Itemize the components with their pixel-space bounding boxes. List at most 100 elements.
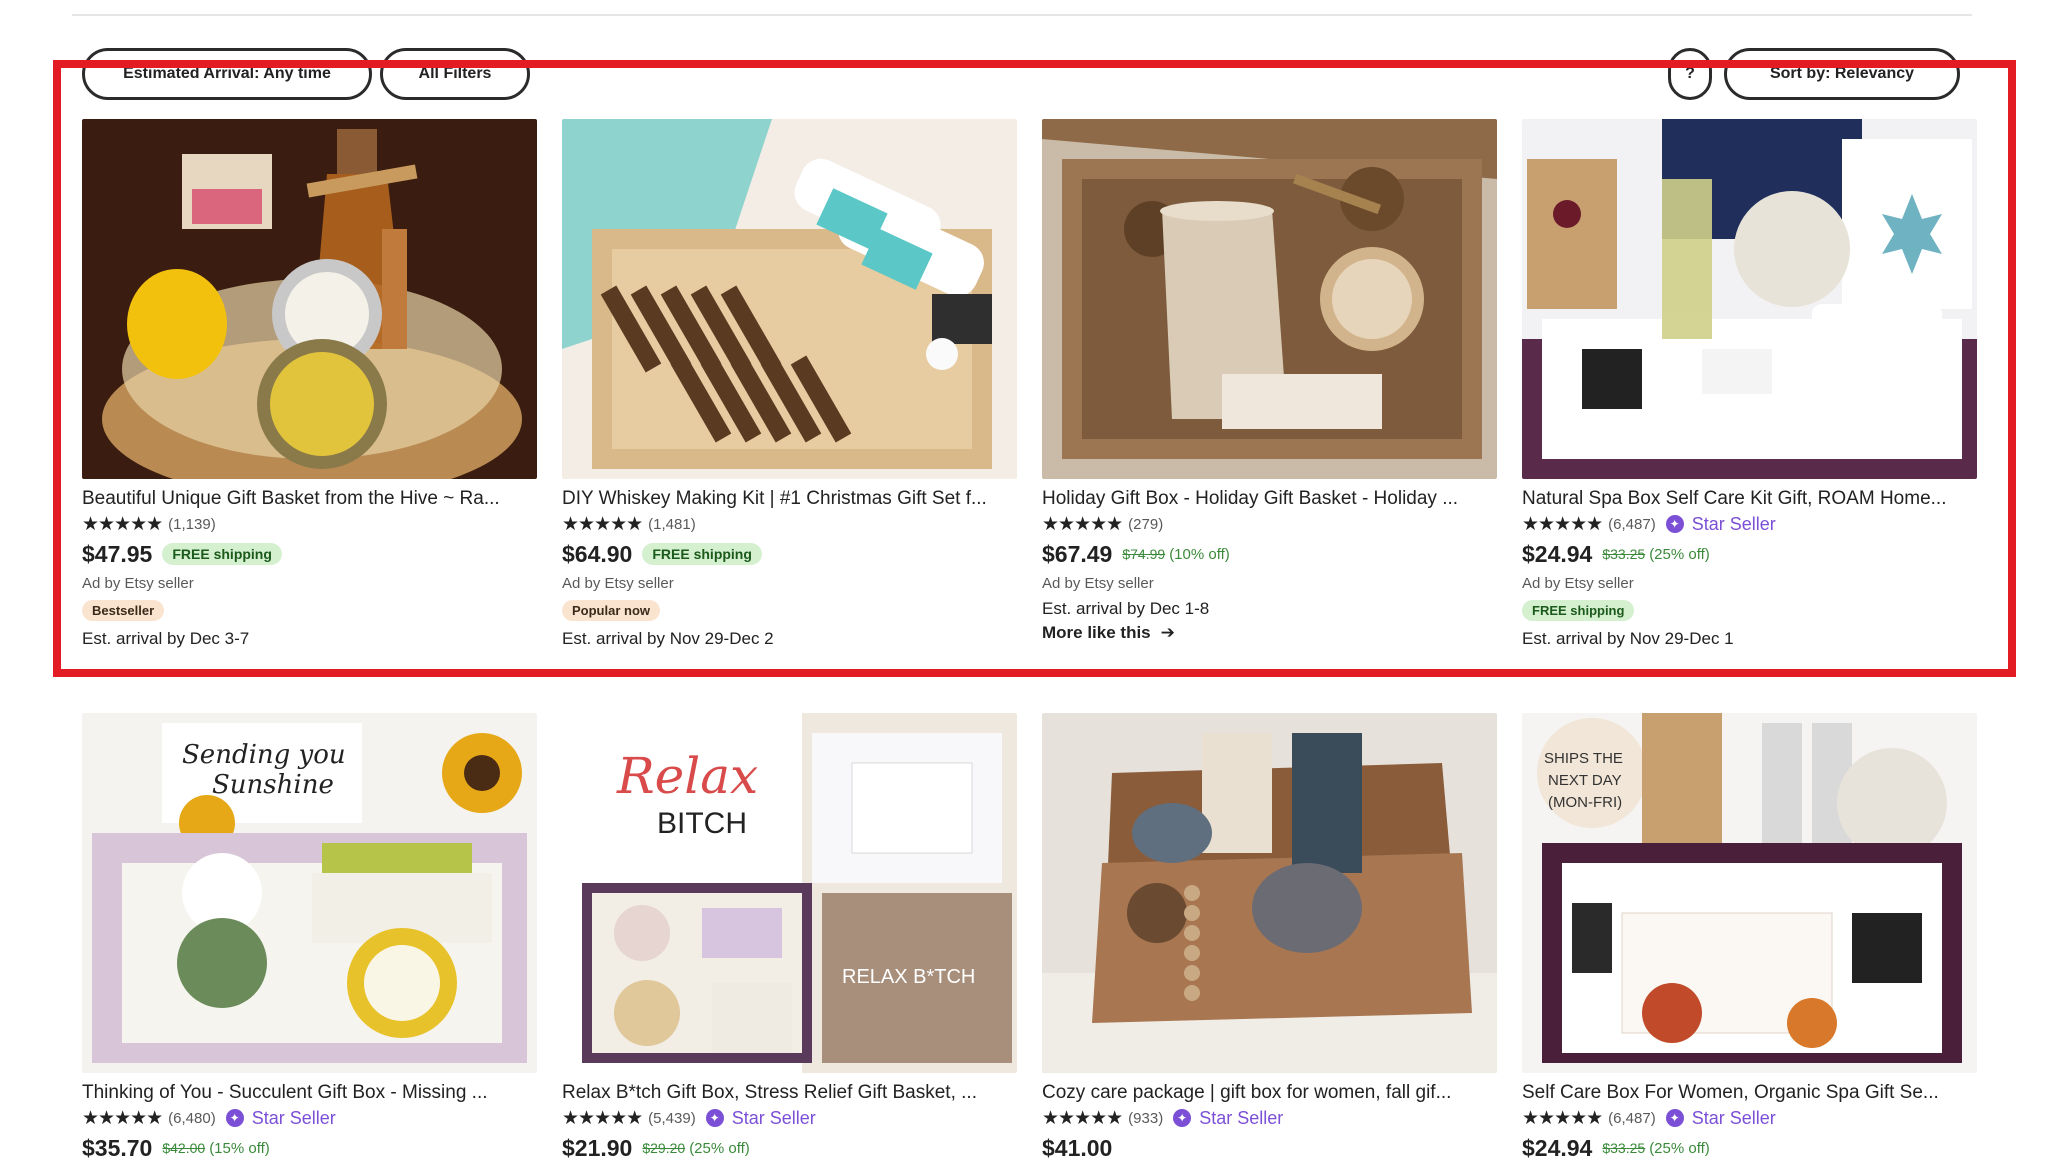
star-seller-icon: ✦ xyxy=(705,1109,724,1127)
listing-title[interactable]: Self Care Box For Women, Organic Spa Gif… xyxy=(1522,1081,1977,1105)
ad-label: Ad by Etsy seller xyxy=(562,575,674,592)
price: $24.94 xyxy=(1522,540,1593,567)
price: $35.70 xyxy=(82,1134,153,1161)
star-seller-text: Star Seller xyxy=(1691,1107,1776,1128)
listing-card[interactable]: Sending you Sunshine Thinking of You - S… xyxy=(82,713,537,1165)
star-seller-icon: ✦ xyxy=(1665,515,1684,533)
estimated-arrival: Est. arrival by Dec 1-8 xyxy=(1042,599,1210,618)
listing-title[interactable]: DIY Whiskey Making Kit | #1 Christmas Gi… xyxy=(562,487,1017,511)
star-rating-icon: ★★★★★ xyxy=(1042,1107,1123,1129)
sort-dropdown[interactable]: Sort by: Relevancy xyxy=(1724,48,1960,100)
svg-text:Sending you: Sending you xyxy=(182,740,346,770)
discount: (25% off) xyxy=(1649,1139,1710,1157)
listing-card[interactable]: Holiday Gift Box - Holiday Gift Basket -… xyxy=(1042,119,1497,643)
more-like-this-label: More like this xyxy=(1042,623,1151,642)
product-image-cozy-package[interactable] xyxy=(1042,713,1497,1073)
discount: (25% off) xyxy=(689,1139,750,1157)
price: $47.95 xyxy=(82,540,153,567)
price: $21.90 xyxy=(562,1134,633,1161)
listing-title[interactable]: Natural Spa Box Self Care Kit Gift, ROAM… xyxy=(1522,487,1977,511)
rating: ★★★★★ (5,439) ✦ Star Seller xyxy=(562,1105,1017,1131)
rating: ★★★★★ (279) xyxy=(1042,511,1497,537)
rating-count: (933) xyxy=(1128,1109,1164,1127)
rating: ★★★★★ (1,139) xyxy=(82,511,537,537)
discount: (25% off) xyxy=(1649,545,1710,563)
price: $24.94 xyxy=(1522,1134,1593,1161)
ad-label: Ad by Etsy seller xyxy=(1522,575,1634,592)
estimated-arrival: Est. arrival by Dec 3-7 xyxy=(82,629,250,648)
star-seller-text: Star Seller xyxy=(1691,513,1776,534)
original-price: $33.25 xyxy=(1602,1140,1646,1156)
price: $41.00 xyxy=(1042,1134,1113,1161)
product-image-spa-box[interactable] xyxy=(1522,119,1977,479)
estimated-arrival: Est. arrival by Nov 29-Dec 2 xyxy=(562,629,774,648)
star-rating-icon: ★★★★★ xyxy=(562,513,643,535)
estimated-arrival: Est. arrival by Nov 29-Dec 1 xyxy=(1522,629,1734,648)
price-row: $21.90 $29.20 (25% off) xyxy=(562,1131,1017,1165)
svg-text:Relax: Relax xyxy=(616,747,758,805)
star-seller-label: ✦ Star Seller xyxy=(1665,1107,1776,1129)
listing-title[interactable]: Relax B*tch Gift Box, Stress Relief Gift… xyxy=(562,1081,1017,1105)
bestseller-badge: Bestseller xyxy=(82,600,165,621)
estimated-arrival-filter[interactable]: Estimated Arrival: Any time xyxy=(82,48,372,100)
listing-title[interactable]: Thinking of You - Succulent Gift Box - M… xyxy=(82,1081,537,1105)
discount: (15% off) xyxy=(209,1139,270,1157)
listing-card[interactable]: Beautiful Unique Gift Basket from the Hi… xyxy=(82,119,537,649)
price-row: $41.00 xyxy=(1042,1131,1497,1165)
free-shipping-badge: FREE shipping xyxy=(1522,600,1635,621)
listing-card[interactable]: SHIPS THE NEXT DAY (MON-FRI) Self Care B… xyxy=(1522,713,1977,1165)
rating: ★★★★★ (1,481) xyxy=(562,511,1017,537)
product-image-honey-basket[interactable] xyxy=(82,119,537,479)
svg-text:SHIPS THE: SHIPS THE xyxy=(1544,750,1623,767)
ad-label: Ad by Etsy seller xyxy=(1042,575,1154,592)
listing-card[interactable]: Relax BITCH RELAX B*TCH Relax B*tch Gift… xyxy=(562,713,1017,1165)
free-shipping-badge: FREE shipping xyxy=(642,543,762,565)
free-shipping-badge: FREE shipping xyxy=(162,543,282,565)
rating: ★★★★★ (933) ✦ Star Seller xyxy=(1042,1105,1497,1131)
product-image-relax-box[interactable]: Relax BITCH RELAX B*TCH xyxy=(562,713,1017,1073)
star-seller-icon: ✦ xyxy=(1173,1109,1192,1127)
listing-title[interactable]: Beautiful Unique Gift Basket from the Hi… xyxy=(82,487,537,511)
ad-label: Ad by Etsy seller xyxy=(82,575,194,592)
filter-bar: Estimated Arrival: Any time All Filters … xyxy=(80,48,1970,104)
listing-title[interactable]: Cozy care package | gift box for women, … xyxy=(1042,1081,1497,1105)
product-image-holiday-box[interactable] xyxy=(1042,119,1497,479)
rating: ★★★★★ (6,487) ✦ Star Seller xyxy=(1522,1105,1977,1131)
svg-text:BITCH: BITCH xyxy=(657,807,747,840)
listing-card[interactable]: DIY Whiskey Making Kit | #1 Christmas Gi… xyxy=(562,119,1017,649)
product-image-self-care-box[interactable]: SHIPS THE NEXT DAY (MON-FRI) xyxy=(1522,713,1977,1073)
rating-count: (5,439) xyxy=(648,1109,696,1127)
original-price: $74.99 xyxy=(1122,546,1166,562)
price-row: $64.90 FREE shipping xyxy=(562,537,1017,571)
original-price: $29.20 xyxy=(642,1140,686,1156)
rating: ★★★★★ (6,487) ✦ Star Seller xyxy=(1522,511,1977,537)
product-image-whiskey-kit[interactable] xyxy=(562,119,1017,479)
star-rating-icon: ★★★★★ xyxy=(82,513,163,535)
popular-now-badge: Popular now xyxy=(562,600,660,621)
original-price: $33.25 xyxy=(1602,546,1646,562)
listing-card[interactable]: Cozy care package | gift box for women, … xyxy=(1042,713,1497,1165)
svg-text:NEXT DAY: NEXT DAY xyxy=(1548,772,1622,789)
star-rating-icon: ★★★★★ xyxy=(1522,513,1603,535)
svg-text:Sunshine: Sunshine xyxy=(212,770,334,800)
more-like-this-link[interactable]: More like this ➔ xyxy=(1042,623,1497,643)
star-rating-icon: ★★★★★ xyxy=(562,1107,643,1129)
listing-title[interactable]: Holiday Gift Box - Holiday Gift Basket -… xyxy=(1042,487,1497,511)
product-image-succulent-box[interactable]: Sending you Sunshine xyxy=(82,713,537,1073)
star-seller-text: Star Seller xyxy=(1199,1107,1284,1128)
star-seller-label: ✦ Star Seller xyxy=(225,1108,336,1129)
star-rating-icon: ★★★★★ xyxy=(1042,513,1123,535)
star-seller-text: Star Seller xyxy=(731,1107,816,1128)
listing-card[interactable]: Natural Spa Box Self Care Kit Gift, ROAM… xyxy=(1522,119,1977,649)
star-rating-icon: ★★★★★ xyxy=(1522,1107,1603,1129)
star-seller-label: ✦ Star Seller xyxy=(1173,1108,1283,1129)
star-seller-icon: ✦ xyxy=(225,1109,244,1127)
price-row: $67.49 $74.99 (10% off) xyxy=(1042,537,1497,571)
price: $67.49 xyxy=(1042,540,1113,567)
all-filters-button[interactable]: All Filters xyxy=(380,48,530,100)
rating-count: (279) xyxy=(1128,515,1164,533)
info-button[interactable]: ? xyxy=(1668,48,1712,100)
arrow-right-icon: ➔ xyxy=(1160,623,1175,642)
price-row: $35.70 $42.00 (15% off) xyxy=(82,1131,537,1165)
svg-text:RELAX B*TCH: RELAX B*TCH xyxy=(842,966,975,988)
